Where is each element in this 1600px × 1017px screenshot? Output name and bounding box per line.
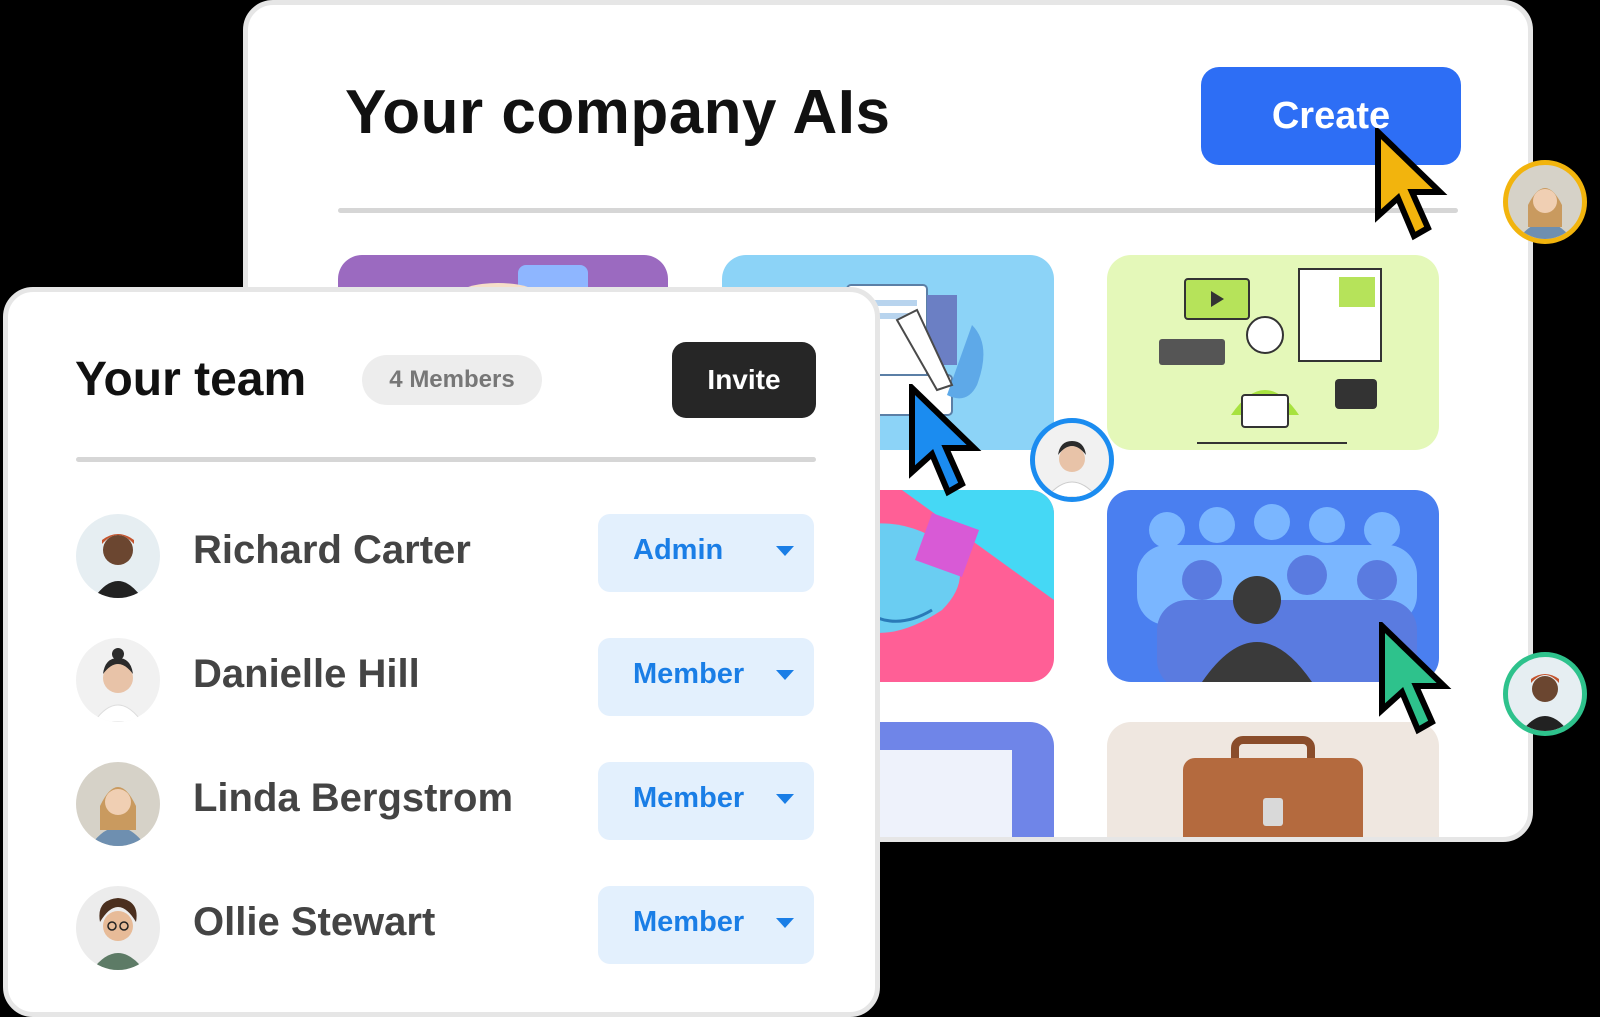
avatar [76, 638, 160, 722]
avatar [76, 514, 160, 598]
role-dropdown[interactable]: Member [598, 762, 814, 840]
role-dropdown[interactable]: Member [598, 638, 814, 716]
avatar-portrait [93, 648, 143, 722]
member-name: Ollie Stewart [193, 900, 436, 944]
cursor-yellow-icon [1375, 128, 1448, 241]
cursor-green-icon [1379, 622, 1452, 735]
avatar-portrait [92, 898, 144, 970]
invite-button[interactable]: Invite [672, 342, 816, 418]
team-title: Your team [75, 353, 307, 406]
collaborator-avatar [1503, 652, 1587, 736]
chevron-down-icon [776, 546, 794, 556]
team-member-row: Richard Carter Admin [76, 514, 816, 598]
role-label: Member [633, 906, 745, 938]
avatar-portrait [94, 534, 142, 598]
members-count-badge: 4 Members [362, 355, 542, 405]
avatar-portrait [1522, 674, 1568, 731]
team-member-row: Ollie Stewart Member [76, 886, 816, 970]
company-ais-title: Your company AIs [345, 78, 891, 147]
cursor-blue-icon [909, 384, 982, 497]
avatar-portrait [90, 787, 146, 846]
member-name: Linda Bergstrom [193, 776, 514, 820]
avatar-portrait [1518, 188, 1572, 239]
chevron-down-icon [776, 670, 794, 680]
divider [76, 457, 816, 462]
ai-tile-content-creator[interactable] [1107, 255, 1439, 450]
team-member-row: Linda Bergstrom Member [76, 762, 816, 846]
member-name: Richard Carter [193, 528, 471, 572]
collaborator-avatar [1503, 160, 1587, 244]
avatar [76, 886, 160, 970]
role-label: Member [633, 782, 745, 814]
team-panel: Your team 4 Members Invite Richard Carte… [3, 287, 880, 1017]
collaborator-avatar [1030, 418, 1114, 502]
member-name: Danielle Hill [193, 652, 420, 696]
divider [338, 208, 1458, 213]
tile-illustration [1159, 268, 1382, 444]
role-label: Admin [633, 534, 724, 566]
role-dropdown[interactable]: Admin [598, 514, 814, 592]
chevron-down-icon [776, 794, 794, 804]
role-label: Member [633, 658, 745, 690]
chevron-down-icon [776, 918, 794, 928]
avatar [76, 762, 160, 846]
avatar-portrait [1046, 441, 1098, 497]
role-dropdown[interactable]: Member [598, 886, 814, 964]
team-member-row: Danielle Hill Member [76, 638, 816, 722]
